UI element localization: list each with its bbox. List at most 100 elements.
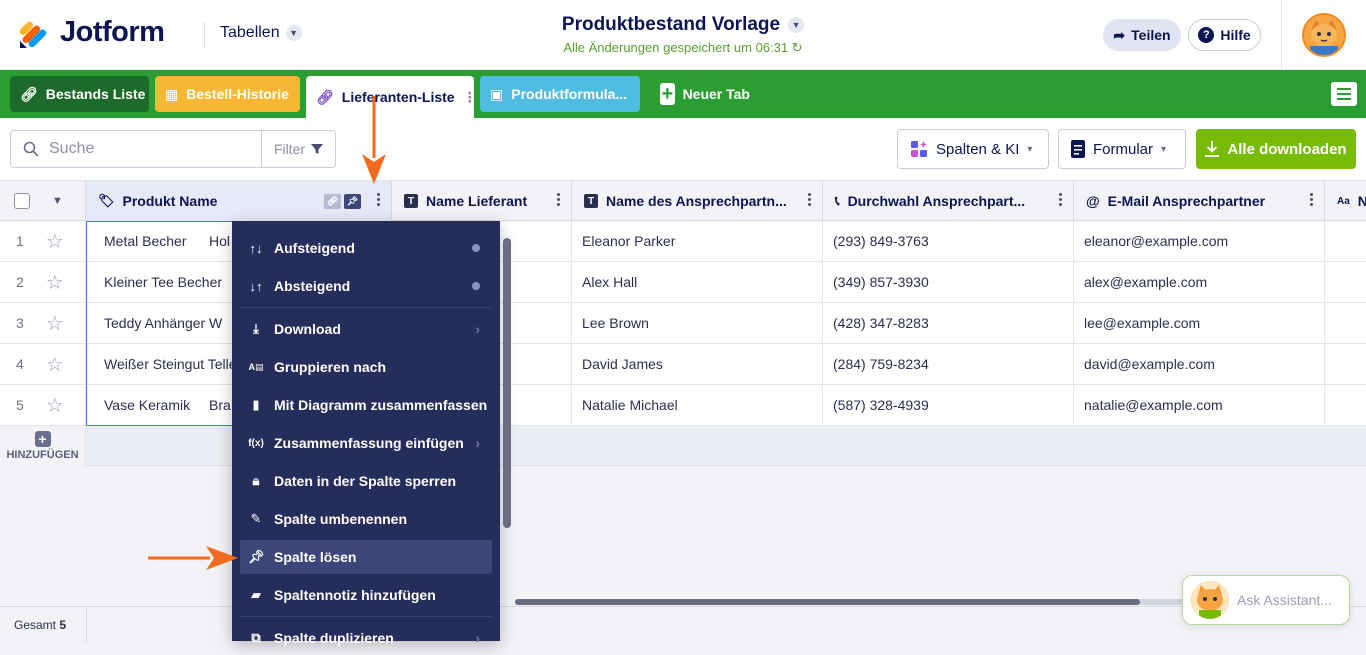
phone-icon: 📞︎ [835,193,840,208]
cell-partial[interactable] [1325,303,1366,343]
menu-item-sort-descending[interactable]: ↓↑ Absteigend [240,269,492,303]
tab-label: Bestands Liste [45,86,146,102]
star-icon[interactable]: ☆ [46,393,64,418]
search-input[interactable] [49,140,239,158]
cell-email[interactable]: natalie@example.com [1074,385,1325,425]
star-icon[interactable]: ☆ [46,352,64,377]
help-button[interactable]: ? Hilfe [1188,19,1261,51]
form-button[interactable]: Formular ▾ [1058,129,1186,169]
toolbar: Filter Spalten & KI ▾ Formular ▾ Alle do… [0,118,1366,180]
cell-partial[interactable] [1325,344,1366,384]
tab-bestell-historie[interactable]: ▦ Bestell-Historie [155,76,300,112]
filter-funnel-icon [311,144,324,154]
cell-email[interactable]: eleanor@example.com [1074,221,1325,261]
add-row-button[interactable]: + HINZUFÜGEN [0,426,86,466]
menu-item-download[interactable]: ⤓ Download › [240,312,492,346]
cell-ansprechpartner[interactable]: Natalie Michael [572,385,823,425]
cell-ansprechpartner[interactable]: Alex Hall [572,262,823,302]
cell-partial[interactable] [1325,262,1366,302]
column-menu-icon[interactable] [808,193,812,206]
plus-icon: + [660,83,675,105]
table-row[interactable]: 1 ☆ Metal Becher Hol Eleanor Parker (293) 849… [0,221,1366,262]
column-header-email[interactable]: @ E-Mail Ansprechpartner [1074,181,1325,221]
sort-desc-icon: ↓↑ [249,278,263,294]
column-context-menu: ↑↓ Aufsteigend ↓↑ Absteigend ⤓ Download … [232,221,500,646]
menu-item-unpin-column[interactable]: 📌︎ Spalte lösen [240,540,492,574]
tag-icon: 🏷︎ [98,193,115,208]
document-title[interactable]: Produktbestand Vorlage ▼ [562,14,805,36]
cell-ansprechpartner[interactable]: David James [572,344,823,384]
menu-item-label: Mit Diagramm zusammenfassen [274,397,488,413]
menu-item-add-note[interactable]: ▰ Spaltennotiz hinzufügen [240,578,492,612]
grid-icon: ▦ [165,85,179,102]
menu-item-summarize-chart[interactable]: ▮ Mit Diagramm zusammenfassen [240,388,492,422]
cell-durchwahl[interactable]: (587) 328-4939 [823,385,1074,425]
menu-item-label: Zusammenfassung einfügen [274,435,464,451]
cell-ansprechpartner[interactable]: Lee Brown [572,303,823,343]
select-all-checkbox[interactable] [14,193,30,209]
column-menu-icon[interactable] [1310,193,1314,206]
chevron-down-icon[interactable]: ▼ [52,195,63,207]
cell-partial[interactable] [1325,221,1366,261]
cell-email[interactable]: lee@example.com [1074,303,1325,343]
menu-scrollbar[interactable] [503,238,511,528]
cell-durchwahl[interactable]: (284) 759-8234 [823,344,1074,384]
column-header-partial[interactable]: Aa N [1325,181,1366,221]
tab-bestands-liste[interactable]: 🔗︎ Bestands Liste [10,76,149,112]
tab-produktformular[interactable]: ▣ Produktformula... [480,76,640,112]
menu-item-rename-column[interactable]: ✎ Spalte umbenennen [240,502,492,536]
jotform-logo[interactable]: Jotform [18,16,165,49]
hamburger-menu-icon[interactable] [1331,82,1357,106]
column-header-produkt-name[interactable]: 🏷︎ Produkt Name 🔗︎ 📌︎ [86,181,392,221]
table-row[interactable]: 4 ☆ Weißer Steingut Telle David James (284) … [0,344,1366,385]
cell-ansprechpartner[interactable]: Eleanor Parker [572,221,823,261]
cell-partial[interactable] [1325,385,1366,425]
menu-item-group-by[interactable]: A▤ Gruppieren nach [240,350,492,384]
share-button[interactable]: ➦ Teilen [1103,19,1181,51]
cell-durchwahl[interactable]: (349) 857-3930 [823,262,1074,302]
column-header-name-lieferant[interactable]: T Name Lieferant [392,181,572,221]
column-header-durchwahl[interactable]: 📞︎ Durchwahl Ansprechpart... [823,181,1074,221]
chevron-down-icon: ▼ [285,25,302,41]
cell-durchwahl[interactable]: (428) 347-8283 [823,303,1074,343]
table-row[interactable]: 2 ☆ Kleiner Tee Becher Alex Hall (349) 857-3… [0,262,1366,303]
table-row[interactable]: 3 ☆ Teddy Anhänger W Lee Brown (428) 347-8283… [0,303,1366,344]
chevron-right-icon: › [475,630,480,646]
menu-item-insert-summary[interactable]: f(x) Zusammenfassung einfügen › [240,426,492,460]
save-status-text: Alle Änderungen gespeichert um 06:31 [563,40,789,55]
cell-email[interactable]: alex@example.com [1074,262,1325,302]
download-all-button[interactable]: Alle downloaden [1196,129,1356,169]
menu-item-lock-column[interactable]: 🔒︎ Daten in der Spalte sperren [240,464,492,498]
column-header-ansprechpartner[interactable]: T Name des Ansprechpartn... [572,181,823,221]
ask-assistant-button[interactable]: Ask Assistant... [1182,575,1350,625]
cell-email[interactable]: david@example.com [1074,344,1325,384]
form-icon [1071,140,1085,158]
cell-text-overflow: Hol [209,233,231,249]
star-icon[interactable]: ☆ [46,229,64,254]
star-icon[interactable]: ☆ [46,311,64,336]
column-menu-icon[interactable] [377,193,381,206]
star-icon[interactable]: ☆ [46,270,64,295]
tab-lieferanten-liste[interactable]: 🔗︎ Lieferanten-Liste ⋮ [306,76,477,118]
columns-ai-button[interactable]: Spalten & KI ▾ [897,129,1049,169]
menu-item-sort-ascending[interactable]: ↑↓ Aufsteigend [240,231,492,265]
tables-dropdown[interactable]: Tabellen ▼ [220,24,302,42]
form-label: Formular [1093,140,1154,158]
filter-button[interactable]: Filter [261,130,336,168]
column-menu-icon[interactable] [557,193,561,206]
cell-durchwahl[interactable]: (293) 849-3763 [823,221,1074,261]
cell-text: Vase Keramik [104,397,191,413]
chevron-right-icon: › [475,435,480,451]
column-menu-icon[interactable] [1059,193,1063,206]
search-box[interactable] [10,130,262,168]
table-row[interactable]: 5 ☆ Vase Keramik Bra Natalie Michael (587) 32… [0,385,1366,426]
cell-text: eleanor@example.com [1084,233,1229,249]
row-index-cell: 2 ☆ [0,262,86,302]
menu-item-duplicate-column[interactable]: ⧉ Spalte duplizieren › [240,621,492,655]
horizontal-scrollbar-thumb[interactable] [515,599,1140,605]
question-icon: ? [1198,27,1215,43]
more-vertical-icon[interactable]: ⋮ [463,89,477,106]
avatar[interactable] [1302,13,1346,57]
cell-text: lee@example.com [1084,315,1201,331]
new-tab-button[interactable]: + Neuer Tab [650,76,760,112]
